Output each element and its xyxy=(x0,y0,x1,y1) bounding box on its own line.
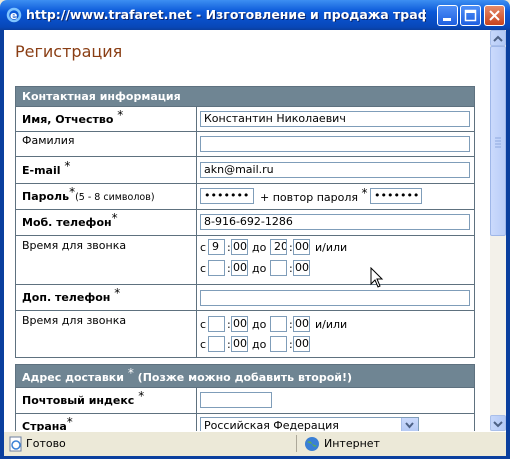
call2-to-hour[interactable] xyxy=(270,316,287,332)
country-label: Страна xyxy=(22,420,67,431)
call-time2-label: Время для звонка xyxy=(16,311,197,357)
call-to-hour[interactable]: 20 xyxy=(270,239,287,255)
country-selected: Российская Федерация xyxy=(204,419,339,431)
call-from-minute[interactable]: 00 xyxy=(231,239,248,255)
internet-zone-icon xyxy=(305,437,319,451)
required-star: * xyxy=(111,211,118,225)
call-from2-minute[interactable]: 00 xyxy=(231,260,248,276)
chevron-down-icon[interactable] xyxy=(401,418,418,431)
scroll-down-button[interactable] xyxy=(490,415,506,431)
call-time2-fields: с : 00 до : 00 и/или с : 00 до : 00 xyxy=(200,316,348,352)
call2-to-minute[interactable]: 00 xyxy=(293,316,310,332)
delivery-header-note: (Позже можно добавить второй!) xyxy=(137,371,353,384)
extra-phone-input[interactable] xyxy=(200,290,470,306)
or-label: и/или xyxy=(315,318,348,331)
close-icon xyxy=(489,10,500,21)
delivery-section-header: Адрес доставки xyxy=(22,371,124,384)
page-viewport: Регистрация Контактная информация Имя, О… xyxy=(4,30,490,431)
required-star: * xyxy=(114,286,121,300)
call2-from2-minute[interactable]: 00 xyxy=(231,336,248,352)
email-label: E-mail xyxy=(22,164,61,177)
minimize-button[interactable] xyxy=(437,5,458,26)
call-time2-row: Время для звонка с : 00 до : 00 и/или с … xyxy=(16,311,474,357)
scroll-thumb[interactable] xyxy=(490,46,506,236)
arrow-down-icon xyxy=(493,421,503,428)
window-title-bar[interactable]: e http://www.trafaret.net - Изготовление… xyxy=(0,0,510,30)
vertical-scrollbar[interactable] xyxy=(490,30,506,431)
call-time-fields: с 9 : 00 до 20 : 00 и/или с : 00 до : 00 xyxy=(200,239,348,276)
password-row: Пароль*(5 - 8 символов) ••••••• + повтор… xyxy=(16,184,474,210)
arrow-up-icon xyxy=(493,35,503,42)
password-hint: (5 - 8 символов) xyxy=(75,192,155,203)
call2-from-hour[interactable] xyxy=(208,316,225,332)
call2-to2-minute[interactable]: 00 xyxy=(293,336,310,352)
maximize-button[interactable] xyxy=(460,5,481,26)
password-input[interactable]: ••••••• xyxy=(200,188,254,204)
mobile-label: Моб. телефон xyxy=(22,216,112,229)
surname-input[interactable] xyxy=(200,136,470,152)
call-time-row: Время для звонка с 9 : 00 до 20 : 00 и/и… xyxy=(16,236,474,285)
delivery-address-table: Адрес доставки * (Позже можно добавить в… xyxy=(15,364,475,431)
mobile-input[interactable]: 8-916-692-1286 xyxy=(200,214,470,230)
contact-section-header: Контактная информация xyxy=(16,87,474,107)
required-star: * xyxy=(64,159,71,173)
call2-from-minute[interactable]: 00 xyxy=(231,316,248,332)
mobile-row: Моб. телефон* 8-916-692-1286 xyxy=(16,210,474,236)
call-from-hour[interactable]: 9 xyxy=(208,239,225,255)
surname-label: Фамилия xyxy=(16,132,197,156)
call-to2-hour[interactable] xyxy=(270,260,287,276)
call-to2-minute[interactable]: 00 xyxy=(293,260,310,276)
postal-row: Почтовый индекс * xyxy=(16,388,474,414)
status-text: Готово xyxy=(26,437,66,450)
email-input[interactable]: akn@mail.ru xyxy=(200,162,470,178)
country-select[interactable]: Российская Федерация xyxy=(200,417,419,431)
status-bar: Готово Интернет xyxy=(4,431,506,456)
password-repeat-label: + повтор пароля xyxy=(260,191,359,204)
required-star: * xyxy=(66,415,73,429)
svg-text:e: e xyxy=(10,9,17,22)
window-title: http://www.trafaret.net - Изготовление и… xyxy=(26,7,426,22)
call2-to2-hour[interactable] xyxy=(270,336,287,352)
minimize-icon xyxy=(443,18,451,21)
call-time-label: Время для звонка xyxy=(16,236,197,284)
email-row: E-mail * akn@mail.ru xyxy=(16,157,474,184)
scroll-up-button[interactable] xyxy=(490,30,506,46)
page-title: Регистрация xyxy=(15,42,123,61)
page-icon xyxy=(9,436,22,452)
name-input[interactable]: Константин Николаевич xyxy=(200,111,470,127)
required-star: * xyxy=(138,389,145,403)
extra-phone-row: Доп. телефон * xyxy=(16,285,474,311)
password-label: Пароль xyxy=(22,190,70,203)
required-star: * xyxy=(127,366,134,380)
extra-phone-label: Доп. телефон xyxy=(22,291,111,304)
call2-from2-hour[interactable] xyxy=(208,336,225,352)
required-star: * xyxy=(69,185,76,199)
ie-icon: e xyxy=(6,7,22,23)
security-zone: Интернет xyxy=(324,437,380,450)
mouse-cursor-icon xyxy=(370,267,384,288)
or-label: и/или xyxy=(315,241,348,254)
name-row: Имя, Отчество * Константин Николаевич xyxy=(16,107,474,132)
call-from2-hour[interactable] xyxy=(208,260,225,276)
postal-label: Почтовый индекс xyxy=(22,394,135,407)
password-repeat-input[interactable]: ••••••• xyxy=(370,188,422,204)
surname-row: Фамилия xyxy=(16,132,474,157)
postal-input[interactable] xyxy=(200,392,272,408)
contact-info-table: Контактная информация Имя, Отчество * Ко… xyxy=(15,86,475,358)
close-button[interactable] xyxy=(484,5,505,26)
name-label: Имя, Отчество xyxy=(22,113,114,126)
maximize-icon xyxy=(464,9,477,22)
call-to-minute[interactable]: 00 xyxy=(293,239,310,255)
required-star: * xyxy=(117,108,124,122)
country-row: Страна* Российская Федерация xyxy=(16,414,474,431)
required-star: * xyxy=(361,186,368,200)
